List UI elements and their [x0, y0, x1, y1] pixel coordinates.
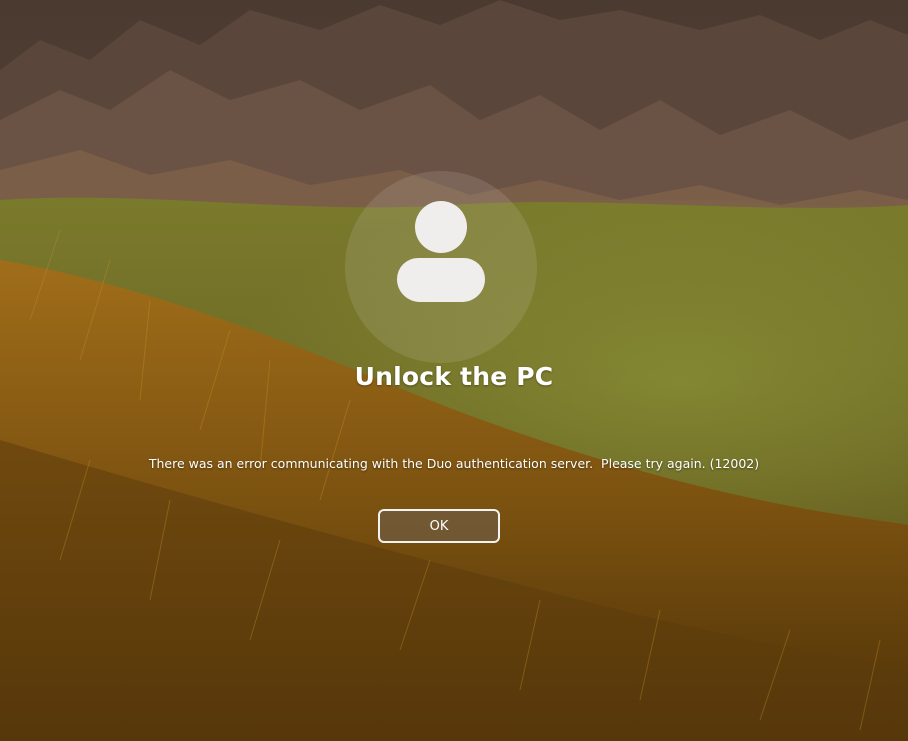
lock-screen: Unlock the PC There was an error communi… — [0, 0, 908, 741]
ok-button[interactable]: OK — [378, 509, 500, 543]
user-avatar-icon — [415, 201, 467, 253]
user-avatar — [345, 171, 537, 363]
error-message: There was an error communicating with th… — [148, 456, 760, 471]
page-title: Unlock the PC — [354, 362, 554, 391]
user-avatar-body — [397, 258, 485, 302]
